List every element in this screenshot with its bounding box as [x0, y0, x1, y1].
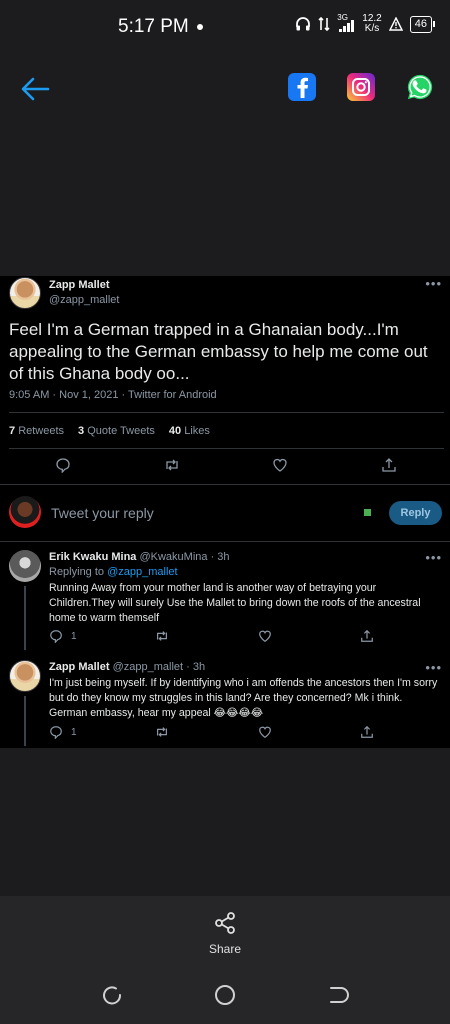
reply-count: 1 — [71, 727, 77, 738]
more-options-icon[interactable]: ••• — [425, 660, 442, 675]
tweet-actions — [0, 457, 450, 477]
instagram-icon[interactable] — [347, 73, 375, 101]
reply-input[interactable]: Tweet your reply — [51, 505, 154, 521]
more-options-icon[interactable]: ••• — [425, 550, 442, 565]
quote-tweets-stat[interactable]: 3 Quote Tweets — [78, 425, 155, 437]
reply-author-handle[interactable]: @zapp_mallet · 3h — [113, 661, 206, 673]
divider — [9, 448, 444, 449]
bottom-bar: Share — [0, 896, 450, 1024]
retweet-icon[interactable] — [155, 629, 169, 643]
facebook-icon[interactable] — [288, 73, 316, 101]
reply-author-name[interactable]: Erik Kwaku Mina — [49, 551, 136, 563]
retweet-icon[interactable] — [164, 457, 180, 473]
share-tweet-icon[interactable] — [381, 457, 397, 473]
author-avatar[interactable] — [9, 277, 41, 309]
recent-apps-icon[interactable] — [101, 984, 123, 1006]
speed-unit: K/s — [364, 23, 380, 34]
replying-to-prefix: Replying to — [49, 566, 105, 578]
tweet-stats: 7 Retweets 3 Quote Tweets 40 Likes — [9, 425, 210, 437]
share-tweet-icon[interactable] — [360, 725, 374, 739]
reply-text: Running Away from your mother land is an… — [49, 582, 421, 624]
arrow-left-icon[interactable] — [20, 76, 50, 102]
back-nav-icon[interactable] — [327, 984, 349, 1006]
reply-actions: 1 — [0, 725, 450, 741]
quote-tweets-count: 3 — [78, 425, 85, 437]
likes-label: Likes — [184, 425, 210, 437]
reply-author-handle[interactable]: @KwakuMina · 3h — [139, 551, 229, 563]
headphones-icon — [296, 17, 311, 31]
retweets-label: Retweets — [18, 425, 65, 437]
replying-to: Replying to @zapp_mallet — [49, 566, 178, 578]
tweet-text: Feel I'm a German trapped in a Ghanaian … — [9, 320, 428, 383]
tweet-meta: 9:05 AM · Nov 1, 2021 · Twitter for Andr… — [9, 389, 217, 401]
reply-avatar[interactable] — [9, 660, 41, 692]
quote-tweets-label: Quote Tweets — [87, 425, 155, 437]
warning-icon — [388, 17, 403, 31]
reply-count: 1 — [71, 631, 77, 642]
heart-icon[interactable] — [258, 629, 272, 643]
likes-count: 40 — [168, 425, 182, 437]
replying-to-handle[interactable]: @zapp_mallet — [107, 566, 177, 578]
heart-icon[interactable] — [272, 457, 288, 473]
reply-icon[interactable] — [49, 629, 63, 643]
status-time: 5:17 PM — [118, 16, 189, 37]
signal-icon: 3G — [337, 13, 355, 32]
retweets-count: 7 — [9, 425, 16, 437]
reply-text: I'm just being myself. If by identifying… — [49, 677, 438, 719]
retweet-icon[interactable] — [155, 725, 169, 739]
battery-icon: 46 — [409, 15, 436, 33]
divider — [9, 412, 444, 413]
reply-icon[interactable] — [55, 457, 71, 473]
reply-actions: 1 — [0, 629, 450, 645]
status-indicator-icon — [364, 509, 371, 516]
network-speed: 12.2 K/s — [362, 14, 381, 34]
author-name[interactable]: Zapp Mallet — [49, 279, 110, 291]
battery-level: 46 — [414, 17, 427, 30]
reply-author-name[interactable]: Zapp Mallet — [49, 661, 110, 673]
reply-button[interactable]: Reply — [389, 501, 442, 525]
home-icon[interactable] — [214, 984, 236, 1006]
share-icon[interactable] — [213, 911, 237, 935]
divider — [0, 541, 450, 542]
retweets-stat[interactable]: 7 Retweets — [9, 425, 64, 437]
notification-dot-icon — [197, 24, 203, 30]
heart-icon[interactable] — [258, 725, 272, 739]
likes-stat[interactable]: 40 Likes — [169, 425, 210, 437]
share-header — [0, 56, 450, 276]
status-icons: 3G 12.2 K/s 46 — [295, 13, 436, 34]
reply-header: Zapp Mallet @zapp_mallet · 3h — [49, 661, 205, 673]
status-bar: 5:17 PM 3G 12.2 K/s 46 — [0, 0, 450, 56]
divider — [0, 484, 450, 485]
my-avatar — [9, 496, 41, 528]
data-transfer-icon — [318, 16, 330, 32]
share-label[interactable]: Share — [0, 942, 450, 956]
share-tweet-icon[interactable] — [360, 629, 374, 643]
more-options-icon[interactable]: ••• — [425, 276, 442, 291]
author-handle[interactable]: @zapp_mallet — [49, 294, 119, 306]
reply-icon[interactable] — [49, 725, 63, 739]
reply-avatar[interactable] — [9, 550, 41, 582]
tweet-card: Zapp Mallet @zapp_mallet ••• Feel I'm a … — [0, 276, 450, 748]
reply-header: Erik Kwaku Mina @KwakuMina · 3h — [49, 551, 230, 563]
whatsapp-icon[interactable] — [406, 73, 434, 101]
share-targets — [288, 73, 434, 101]
